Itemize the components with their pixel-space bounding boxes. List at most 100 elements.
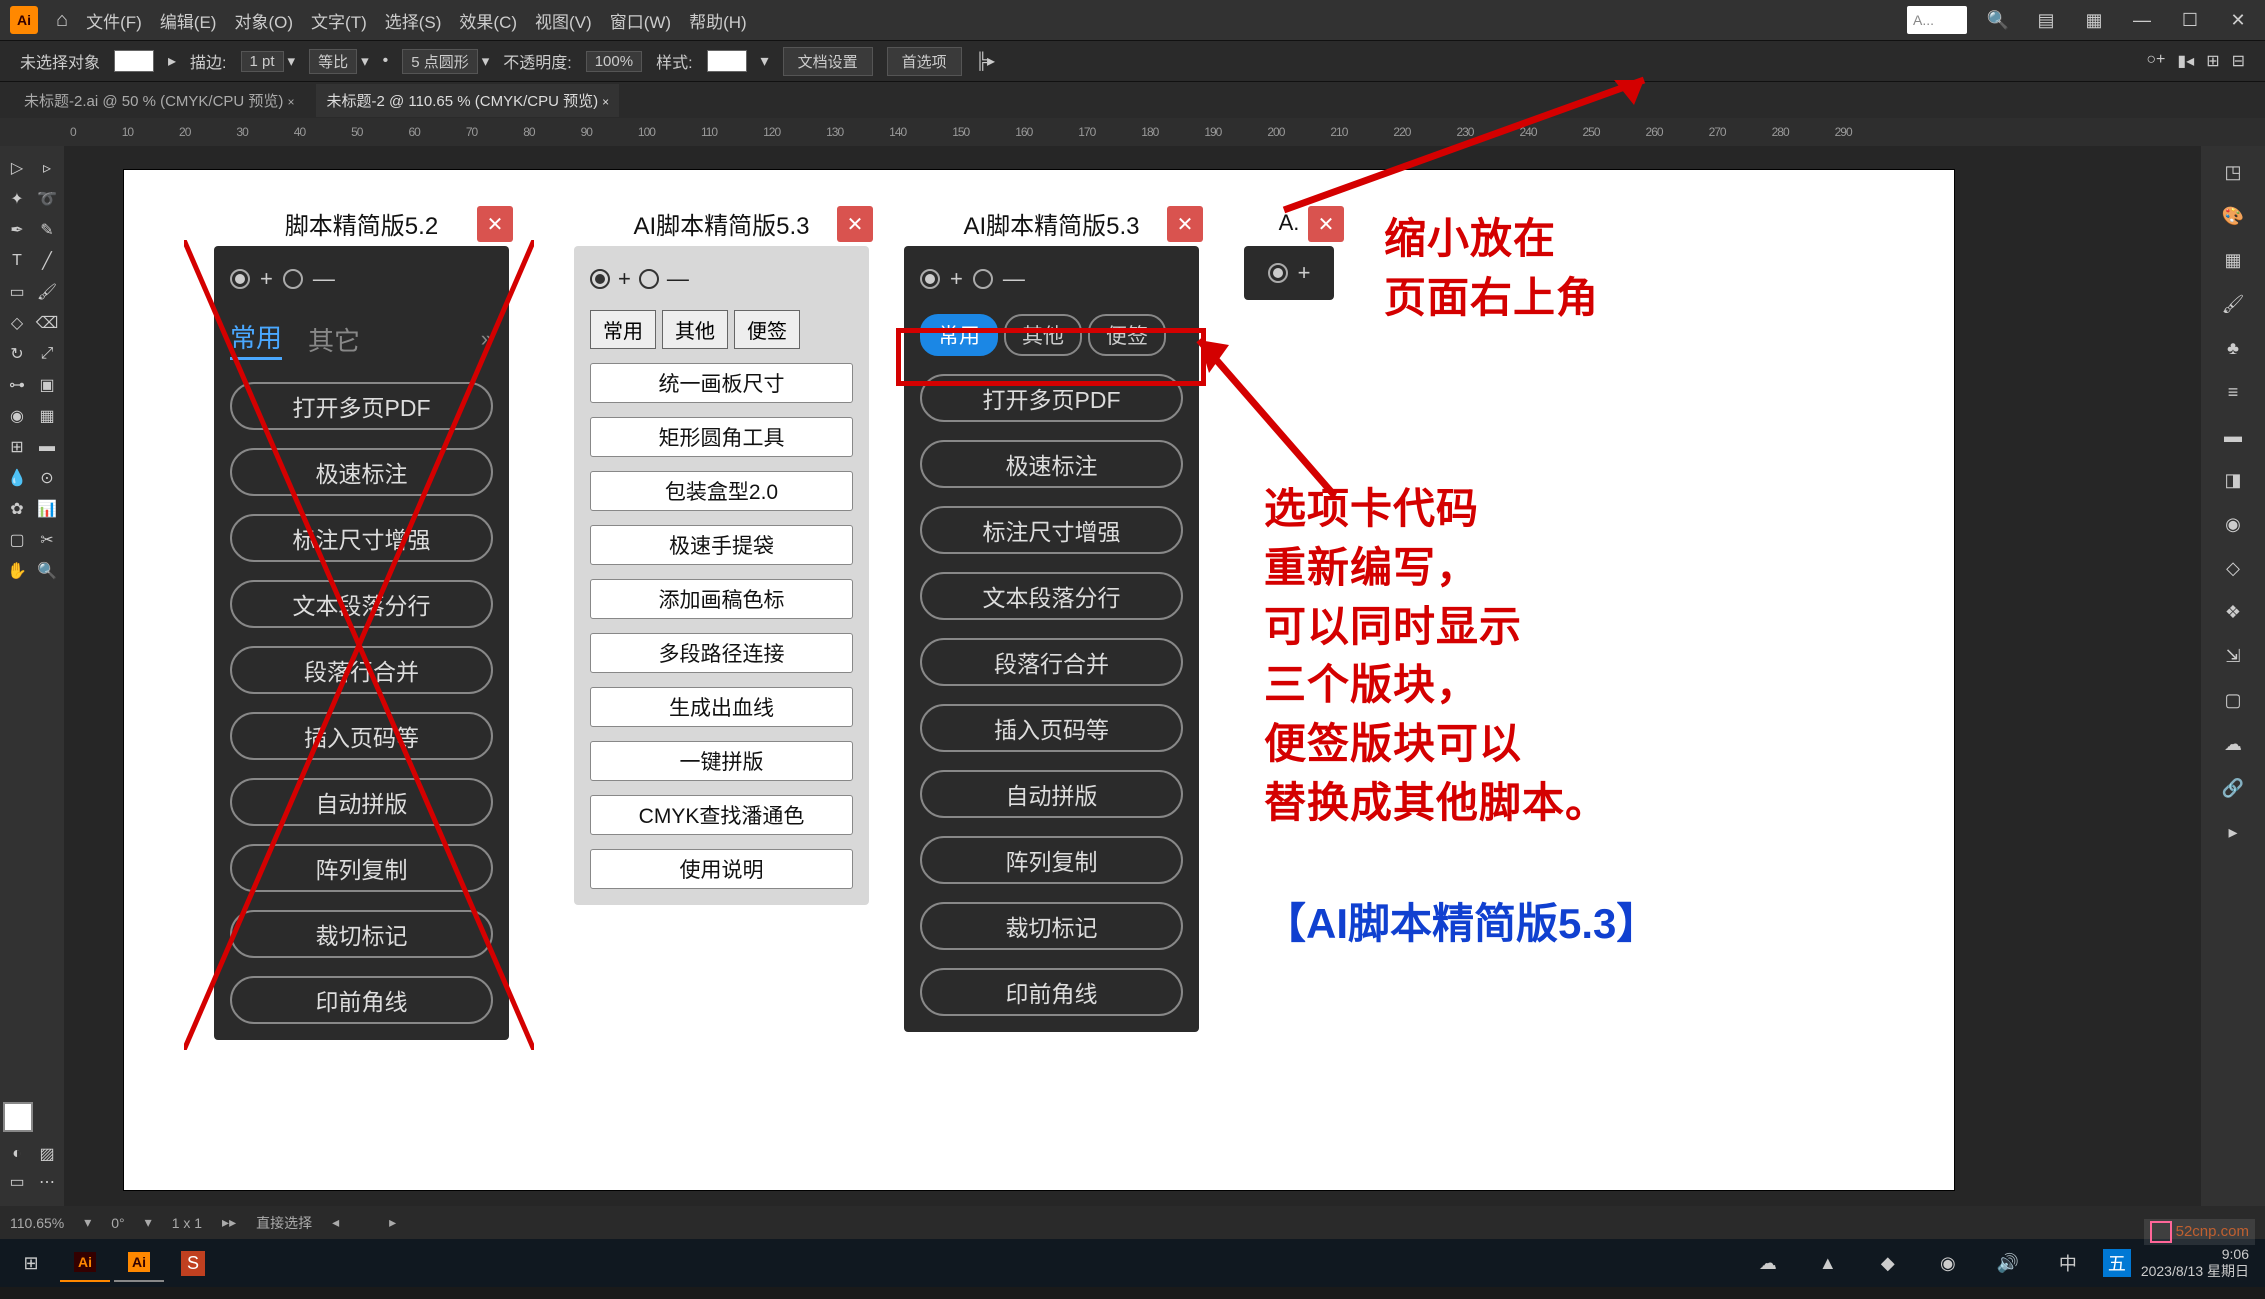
script-button[interactable]: 段落行合并 [230, 646, 493, 694]
fill-stroke-swatch[interactable] [3, 1102, 33, 1132]
script-button[interactable]: 插入页码等 [920, 704, 1183, 752]
tab-common[interactable]: 常用 [590, 310, 656, 349]
artboards-icon[interactable]: ▢ [2215, 682, 2251, 718]
brush-preset[interactable]: 5 点圆形 [402, 49, 478, 74]
tab-common[interactable]: 常用 [230, 318, 282, 360]
script-button[interactable]: 标注尺寸增强 [230, 514, 493, 562]
graph-tool[interactable]: 📊 [33, 495, 61, 523]
rect-tool[interactable]: ▭ [3, 278, 31, 306]
close-panel-button[interactable]: ✕ [837, 206, 873, 242]
script-button[interactable]: 阵列复制 [920, 836, 1183, 884]
close-icon[interactable]: × [287, 95, 294, 109]
maximize-button[interactable]: ☐ [2173, 7, 2207, 33]
rotate-tool[interactable]: ↻ [3, 340, 31, 368]
gradient-icon[interactable]: ▬ [2215, 418, 2251, 454]
magic-wand-tool[interactable]: ✦ [3, 185, 31, 213]
script-button[interactable]: 生成出血线 [590, 687, 853, 727]
menu-type[interactable]: 文字(T) [311, 8, 367, 33]
swatches-icon[interactable]: ▦ [2215, 242, 2251, 278]
align-icon[interactable]: ╠▸ [976, 51, 995, 71]
opacity-value[interactable]: 100% [586, 51, 642, 72]
canvas[interactable]: 脚本精简版5.2 ✕ +— 常用 其它 » 打开多页PDF 极速标注 标注尺寸增… [64, 146, 2201, 1206]
script-button[interactable]: 印前角线 [920, 968, 1183, 1016]
menu-help[interactable]: 帮助(H) [689, 8, 747, 33]
gradient-mode[interactable]: ▨ [33, 1140, 61, 1168]
eraser-tool[interactable]: ⌫ [33, 309, 61, 337]
rotation[interactable]: 0° [111, 1215, 124, 1231]
layers-icon[interactable]: ❖ [2215, 594, 2251, 630]
tab-notes[interactable]: 便签 [734, 310, 800, 349]
actions-icon[interactable]: ▸ [2215, 814, 2251, 850]
scale-mode[interactable]: 等比 [309, 49, 357, 74]
script-button[interactable]: 标注尺寸增强 [920, 506, 1183, 554]
close-panel-button[interactable]: ✕ [1308, 206, 1344, 242]
script-button[interactable]: 裁切标记 [920, 902, 1183, 950]
slice-tool[interactable]: ✂ [33, 526, 61, 554]
minimize-button[interactable]: — [2125, 7, 2159, 33]
color-mode[interactable]: ◐ [3, 1140, 31, 1168]
pen-tool[interactable]: ✒ [3, 216, 31, 244]
appearance-icon[interactable]: ◉ [2215, 506, 2251, 542]
script-button[interactable]: CMYK查找潘通色 [590, 795, 853, 835]
workspace-icon[interactable]: ▦ [2077, 7, 2111, 33]
width-tool[interactable]: ⊶ [3, 371, 31, 399]
transparency-icon[interactable]: ◨ [2215, 462, 2251, 498]
radio-2[interactable] [283, 269, 303, 289]
script-button[interactable]: 极速标注 [230, 448, 493, 496]
doc-setup-button[interactable]: 文档设置 [783, 47, 873, 76]
radio-1[interactable] [1268, 263, 1288, 283]
script-button[interactable]: 段落行合并 [920, 638, 1183, 686]
comment-icon[interactable]: ⊟ [2232, 51, 2245, 71]
fill-swatch[interactable] [114, 50, 154, 72]
type-tool[interactable]: T [3, 247, 31, 275]
style-swatch[interactable] [707, 50, 747, 72]
tray-icon[interactable]: ◆ [1863, 1244, 1913, 1282]
menu-view[interactable]: 视图(V) [535, 8, 592, 33]
asset-export-icon[interactable]: ⇲ [2215, 638, 2251, 674]
stroke-width[interactable]: 1 pt [241, 51, 284, 72]
script-button[interactable]: 极速标注 [920, 440, 1183, 488]
close-button[interactable]: ✕ [2221, 7, 2255, 33]
panel-toggle-icon[interactable]: ▮◂ [2177, 51, 2194, 71]
menu-object[interactable]: 对象(O) [234, 8, 293, 33]
script-button[interactable]: 使用说明 [590, 849, 853, 889]
menu-edit[interactable]: 编辑(E) [160, 8, 217, 33]
tray-icon[interactable]: ▲ [1803, 1244, 1853, 1282]
start-button[interactable]: ⊞ [6, 1244, 56, 1282]
symbols-icon[interactable]: ♣ [2215, 330, 2251, 366]
tab-other[interactable]: 其他 [662, 310, 728, 349]
volume-icon[interactable]: 🔊 [1983, 1244, 2033, 1282]
script-button[interactable]: 打开多页PDF [230, 382, 493, 430]
illustrator-app[interactable]: Ai [60, 1244, 110, 1282]
artboard-nav[interactable]: 1 x 1 [172, 1215, 202, 1231]
script-button[interactable]: 插入页码等 [230, 712, 493, 760]
prefs-button[interactable]: 首选项 [887, 47, 962, 76]
menu-window[interactable]: 窗口(W) [610, 8, 671, 33]
shape-builder-tool[interactable]: ◉ [3, 402, 31, 430]
script-button[interactable]: 自动拼版 [230, 778, 493, 826]
direct-selection-tool[interactable]: ▹ [33, 154, 61, 182]
tray-icon[interactable]: ◉ [1923, 1244, 1973, 1282]
mesh-tool[interactable]: ⊞ [3, 433, 31, 461]
symbol-tool[interactable]: ✿ [3, 495, 31, 523]
close-panel-button[interactable]: ✕ [1167, 206, 1203, 242]
selection-tool[interactable]: ▷ [3, 154, 31, 182]
links-icon[interactable]: 🔗 [2215, 770, 2251, 806]
radio-1[interactable] [590, 269, 610, 289]
graphic-styles-icon[interactable]: ◇ [2215, 550, 2251, 586]
script-button[interactable]: 统一画板尺寸 [590, 363, 853, 403]
doc-tab-2[interactable]: 未标题-2 @ 110.65 % (CMYK/CPU 预览)× [316, 84, 619, 117]
search-icon[interactable]: 🔍 [1981, 7, 2015, 33]
illustrator-app-2[interactable]: Ai [114, 1244, 164, 1282]
app-3[interactable]: S [168, 1244, 218, 1282]
zoom-tool[interactable]: 🔍 [33, 557, 61, 585]
script-button[interactable]: 矩形圆角工具 [590, 417, 853, 457]
doc-tab-1[interactable]: 未标题-2.ai @ 50 % (CMYK/CPU 预览)× [14, 84, 304, 117]
zoom-level[interactable]: 110.65% [10, 1215, 64, 1231]
script-button[interactable]: 印前角线 [230, 976, 493, 1024]
script-button[interactable]: 一键拼版 [590, 741, 853, 781]
ime-icon-2[interactable]: 五 [2103, 1249, 2131, 1277]
menu-effect[interactable]: 效果(C) [459, 8, 517, 33]
script-button[interactable]: 自动拼版 [920, 770, 1183, 818]
screen-mode[interactable]: ▭ [3, 1168, 31, 1196]
